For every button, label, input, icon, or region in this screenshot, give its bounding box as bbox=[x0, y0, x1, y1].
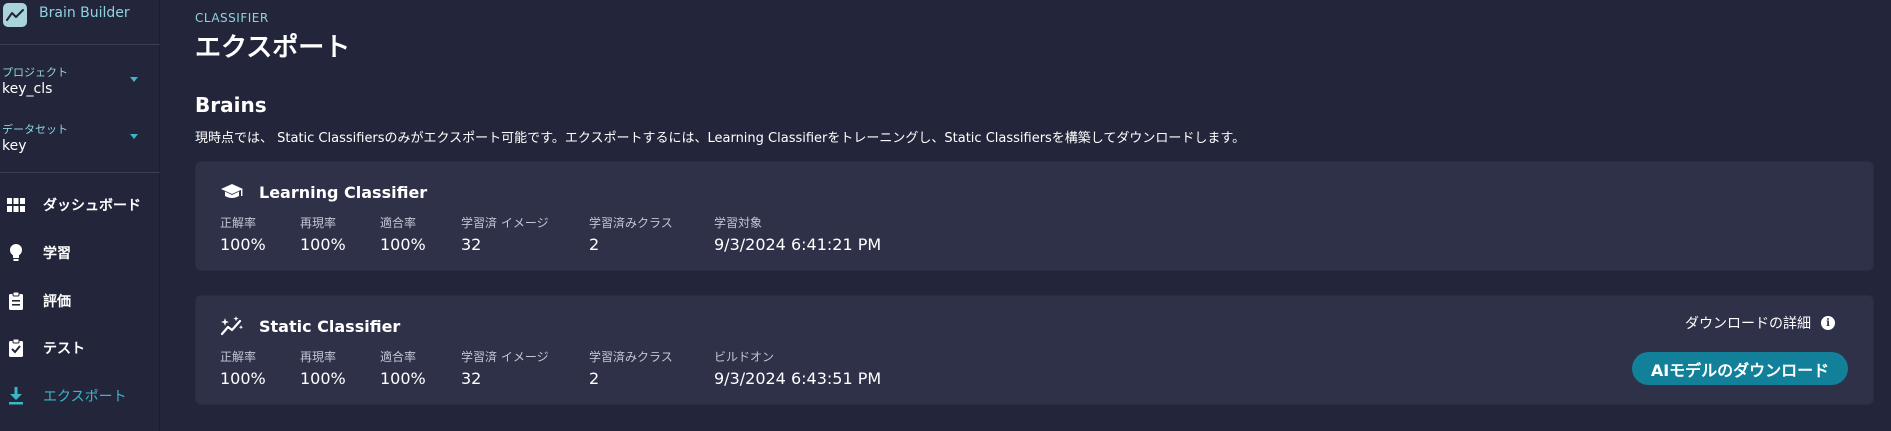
sidebar-item-evaluation[interactable]: 評価 bbox=[0, 281, 160, 321]
metric-recall: 再現率 100% bbox=[300, 214, 346, 254]
page-title: エクスポート bbox=[195, 33, 351, 63]
metric-value: 100% bbox=[300, 369, 346, 388]
metric-recall: 再現率 100% bbox=[300, 348, 346, 388]
metric-value: 9/3/2024 6:43:51 PM bbox=[714, 369, 882, 388]
metric-label: 正解率 bbox=[220, 350, 257, 364]
chevron-down-icon[interactable] bbox=[130, 77, 138, 82]
dataset-select-value: key bbox=[2, 138, 27, 154]
metric-value: 2 bbox=[589, 369, 600, 388]
grid-icon bbox=[6, 195, 26, 215]
metric-label: ビルドオン bbox=[714, 350, 775, 364]
section-title: Brains bbox=[195, 93, 267, 117]
metric-value: 100% bbox=[380, 369, 426, 388]
clipboard-check-icon bbox=[6, 338, 26, 358]
project-select-value: key_cls bbox=[2, 81, 53, 97]
static-classifier-card: Static Classifier 正解率 100% 再現率 100% 適合率 … bbox=[195, 295, 1874, 405]
metric-label: 再現率 bbox=[300, 350, 337, 364]
metric-value: 100% bbox=[220, 369, 266, 388]
sidebar-item-learning[interactable]: 学習 bbox=[0, 233, 160, 273]
sidebar-item-label: 学習 bbox=[43, 246, 71, 262]
brand[interactable]: Brain Builder bbox=[0, 0, 160, 44]
learning-classifier-card: Learning Classifier 正解率 100% 再現率 100% 適合… bbox=[195, 161, 1874, 271]
graduation-cap-icon bbox=[220, 181, 244, 203]
metric-value: 32 bbox=[461, 369, 482, 388]
download-ai-model-button[interactable]: AIモデルのダウンロード bbox=[1632, 352, 1848, 385]
metric-trained-images: 学習済 イメージ 32 bbox=[461, 214, 549, 254]
download-details: ダウンロードの詳細 i bbox=[1685, 313, 1835, 333]
metric-trained-classes: 学習済みクラス 2 bbox=[589, 348, 673, 388]
sidebar-item-label: ダッシュボード bbox=[43, 198, 141, 214]
card-title: Learning Classifier bbox=[259, 182, 428, 202]
metric-label: 学習済 イメージ bbox=[461, 216, 549, 230]
download-details-label: ダウンロードの詳細 bbox=[1685, 316, 1811, 332]
metric-label: 適合率 bbox=[380, 350, 417, 364]
sparkle-wand-icon bbox=[220, 315, 244, 337]
metric-value: 2 bbox=[589, 235, 600, 254]
page-eyebrow: CLASSIFIER bbox=[195, 11, 269, 25]
metric-label: 学習対象 bbox=[714, 216, 763, 230]
metric-accuracy: 正解率 100% bbox=[220, 214, 266, 254]
section-description: 現時点では、 Static Classifiersのみがエクスポート可能です。エ… bbox=[195, 131, 1246, 146]
brand-name: Brain Builder bbox=[39, 5, 130, 21]
metric-trained-images: 学習済 イメージ 32 bbox=[461, 348, 549, 388]
card-title: Static Classifier bbox=[259, 316, 401, 336]
metric-label: 学習済みクラス bbox=[589, 350, 673, 364]
metric-accuracy: 正解率 100% bbox=[220, 348, 266, 388]
project-select-label: プロジェクト bbox=[2, 66, 68, 79]
sidebar-item-label: エクスポート bbox=[43, 389, 127, 405]
sidebar-item-label: テスト bbox=[43, 341, 85, 357]
clipboard-icon bbox=[6, 291, 26, 311]
sidebar-item-dashboard[interactable]: ダッシュボード bbox=[0, 185, 160, 225]
metric-value: 100% bbox=[300, 235, 346, 254]
metric-built-on: ビルドオン 9/3/2024 6:43:51 PM bbox=[714, 348, 881, 388]
info-icon[interactable]: i bbox=[1821, 316, 1835, 330]
sidebar-divider bbox=[0, 44, 160, 45]
sidebar-item-label: 評価 bbox=[43, 294, 71, 310]
sidebar-item-export[interactable]: エクスポート bbox=[0, 376, 160, 416]
metric-label: 適合率 bbox=[380, 216, 417, 230]
dataset-select-label: データセット bbox=[2, 123, 68, 136]
metric-label: 学習済みクラス bbox=[589, 216, 673, 230]
metric-label: 正解率 bbox=[220, 216, 257, 230]
metric-value: 100% bbox=[380, 235, 426, 254]
download-icon bbox=[6, 386, 26, 406]
card-header: Static Classifier bbox=[220, 314, 400, 338]
trend-line-icon bbox=[3, 3, 27, 27]
sidebar-divider bbox=[0, 172, 160, 173]
metric-precision: 適合率 100% bbox=[380, 348, 426, 388]
card-header: Learning Classifier bbox=[220, 180, 427, 204]
lightbulb-icon bbox=[6, 243, 26, 263]
metric-value: 100% bbox=[220, 235, 266, 254]
metric-trained-at: 学習対象 9/3/2024 6:41:21 PM bbox=[714, 214, 881, 254]
metric-precision: 適合率 100% bbox=[380, 214, 426, 254]
metric-label: 学習済 イメージ bbox=[461, 350, 549, 364]
sidebar-item-test[interactable]: テスト bbox=[0, 328, 160, 368]
metric-label: 再現率 bbox=[300, 216, 337, 230]
sidebar: Brain Builder プロジェクト key_cls データセット key … bbox=[0, 0, 160, 431]
metric-value: 32 bbox=[461, 235, 482, 254]
metric-value: 9/3/2024 6:41:21 PM bbox=[714, 235, 882, 254]
metric-trained-classes: 学習済みクラス 2 bbox=[589, 214, 673, 254]
chevron-down-icon[interactable] bbox=[130, 134, 138, 139]
